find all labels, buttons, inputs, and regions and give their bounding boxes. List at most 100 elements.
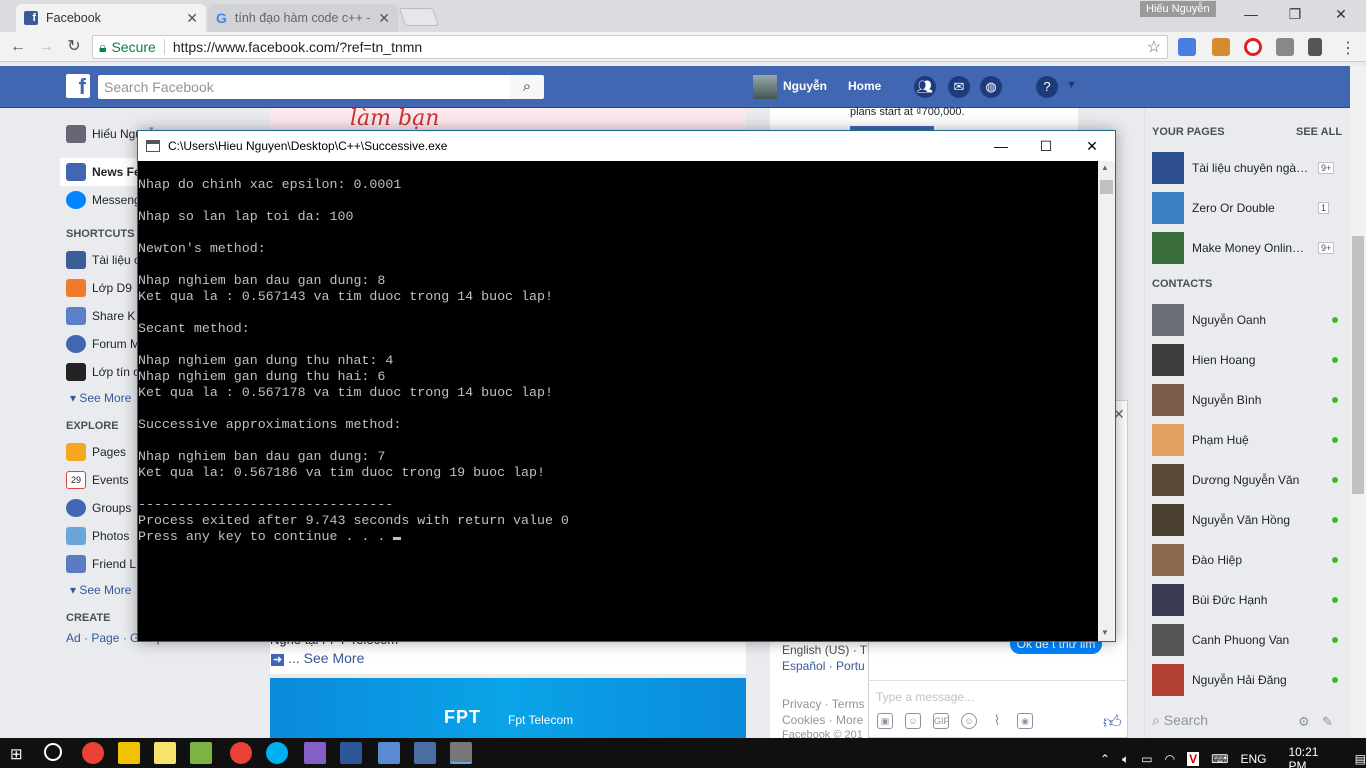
gear-icon[interactable]: ⚙ bbox=[1298, 714, 1310, 730]
messenger-icon[interactable]: ✉ bbox=[948, 76, 970, 98]
file-explorer-icon[interactable] bbox=[118, 742, 140, 764]
wifi-icon[interactable]: ◠ bbox=[1165, 752, 1175, 766]
sidebar-item-messenger[interactable]: Messeng bbox=[66, 190, 141, 210]
windows-start-icon[interactable]: ⊞ bbox=[10, 745, 23, 763]
close-tab-icon[interactable]: ✕ bbox=[186, 10, 198, 27]
sidebar-item-shortcut[interactable]: Share K bbox=[66, 306, 135, 326]
contact-item[interactable]: Nguyễn Hải Đăng bbox=[1152, 664, 1338, 696]
footer-links[interactable]: Privacy · Terms bbox=[782, 697, 864, 711]
contacts-search[interactable]: ⌕ Search bbox=[1152, 712, 1208, 729]
sticker-icon[interactable]: ☺ bbox=[905, 713, 921, 729]
address-bar[interactable]: 🔒︎ Secure https://www.facebook.com/?ref=… bbox=[92, 35, 1168, 59]
friend-requests-icon[interactable]: 👥︎ bbox=[914, 76, 936, 98]
sidebar-item-shortcut[interactable]: Lớp D9 bbox=[66, 278, 132, 298]
notifications-globe-icon[interactable]: ◍ bbox=[980, 76, 1002, 98]
gif-icon[interactable]: GIF bbox=[933, 713, 949, 729]
contact-item[interactable]: Đào Hiệp bbox=[1152, 544, 1338, 576]
clock[interactable]: 10:21 PM bbox=[1288, 745, 1328, 768]
forward-icon[interactable]: → bbox=[36, 38, 56, 56]
tab-google[interactable]: G tính đạo hàm code c++ - ✕ bbox=[208, 4, 398, 32]
devcpp-icon[interactable] bbox=[414, 742, 436, 764]
sidebar-item-news-feed[interactable]: News Fe bbox=[66, 162, 141, 182]
facebook-search-input[interactable]: Search Facebook bbox=[98, 75, 510, 99]
restore-button[interactable]: ❐ bbox=[1272, 2, 1318, 26]
contact-item[interactable]: Bùi Đức Hạnh bbox=[1152, 584, 1338, 616]
close-window-button[interactable]: ✕ bbox=[1318, 2, 1364, 26]
contact-item[interactable]: Nguyễn Bình bbox=[1152, 384, 1338, 416]
console-maximize-button[interactable]: ☐ bbox=[1023, 131, 1069, 161]
contact-item[interactable]: Hien Hoang bbox=[1152, 344, 1338, 376]
new-tab-button[interactable] bbox=[398, 8, 440, 26]
back-icon[interactable]: ← bbox=[8, 38, 28, 56]
sidebar-item-shortcut[interactable]: Forum M bbox=[66, 334, 140, 354]
cortana-icon[interactable] bbox=[44, 743, 62, 761]
profile-link[interactable]: Nguyễn bbox=[783, 79, 827, 93]
sidebar-item-pages[interactable]: Pages bbox=[66, 442, 126, 462]
console-scrollbar[interactable] bbox=[1098, 161, 1115, 641]
avatar[interactable] bbox=[753, 75, 777, 99]
page-scrollbar-thumb[interactable] bbox=[1352, 236, 1364, 494]
console-close-button[interactable]: ✕ bbox=[1069, 131, 1115, 161]
chevron-down-icon[interactable]: ▼ bbox=[1066, 79, 1077, 91]
chrome-icon[interactable] bbox=[230, 742, 252, 764]
bookmark-star-icon[interactable]: ☆ bbox=[1147, 37, 1161, 57]
sidebar-item-shortcut[interactable]: Lớp tín c bbox=[66, 362, 139, 382]
translate-extension-icon[interactable] bbox=[1178, 38, 1196, 56]
facebook-logo[interactable]: f bbox=[66, 74, 90, 99]
chevron-up-icon[interactable]: ⌃ bbox=[1100, 752, 1110, 766]
app-icon[interactable] bbox=[190, 742, 212, 764]
vietkey-icon[interactable]: V bbox=[1187, 752, 1200, 766]
minimize-button[interactable]: — bbox=[1228, 2, 1274, 26]
sidebar-item-groups[interactable]: Groups bbox=[66, 498, 131, 518]
sidebar-page-item[interactable]: Zero Or Double 1 bbox=[1152, 192, 1330, 224]
see-all-link[interactable]: SEE ALL bbox=[1296, 126, 1342, 138]
sidebar-item-photos[interactable]: Photos bbox=[66, 526, 129, 546]
thumbs-up-icon[interactable]: 👍︎ bbox=[1103, 711, 1122, 733]
home-link[interactable]: Home bbox=[848, 79, 881, 93]
see-more-shortcuts[interactable]: ▾ See More bbox=[70, 391, 131, 405]
message-input[interactable]: Type a message... bbox=[876, 690, 974, 704]
sidebar-page-item[interactable]: Tài liệu chuyên ngàn... 9+ bbox=[1152, 152, 1335, 184]
app-icon[interactable] bbox=[378, 742, 400, 764]
see-more-explore[interactable]: ▾ See More bbox=[70, 583, 131, 597]
visual-studio-icon[interactable] bbox=[304, 742, 326, 764]
contact-item[interactable]: Nguyễn Văn Hồng bbox=[1152, 504, 1338, 536]
close-tab-icon[interactable]: ✕ bbox=[378, 10, 390, 27]
search-icon[interactable]: ⌕ bbox=[510, 75, 544, 99]
extension-ghost-icon[interactable] bbox=[1276, 38, 1294, 56]
language-links[interactable]: Español · Portu bbox=[782, 659, 865, 673]
battery-icon[interactable]: ▭ bbox=[1141, 752, 1152, 766]
contact-item[interactable]: Phạm Huệ bbox=[1152, 424, 1338, 456]
window-user-badge[interactable]: Hiếu Nguyễn bbox=[1140, 1, 1216, 17]
sidebar-item-events[interactable]: 29 Events bbox=[66, 470, 129, 490]
extension-icon[interactable] bbox=[1212, 38, 1230, 56]
emoji-icon[interactable]: ☺ bbox=[961, 713, 977, 729]
contact-item[interactable]: Canh Phuong Van bbox=[1152, 624, 1338, 656]
skype-icon[interactable] bbox=[266, 742, 288, 764]
sidebar-page-item[interactable]: Make Money Online ... 9+ bbox=[1152, 232, 1335, 264]
see-more-link[interactable]: ➜ ... See More bbox=[271, 650, 364, 666]
word-icon[interactable] bbox=[340, 742, 362, 764]
console-minimize-button[interactable]: — bbox=[978, 131, 1024, 161]
contact-item[interactable]: Nguyễn Oanh bbox=[1152, 304, 1338, 336]
contact-item[interactable]: Dương Nguyễn Văn bbox=[1152, 464, 1338, 496]
scroll-down-icon[interactable]: ▼ bbox=[1101, 628, 1109, 637]
compose-icon[interactable]: ✎ bbox=[1322, 714, 1333, 730]
photo-icon[interactable]: ▣ bbox=[877, 713, 893, 729]
notepad-icon[interactable] bbox=[154, 742, 176, 764]
eyedropper-icon[interactable] bbox=[1308, 38, 1322, 56]
attach-icon[interactable]: ⌇ bbox=[989, 713, 1005, 729]
scroll-up-icon[interactable]: ▲ bbox=[1101, 163, 1109, 172]
volume-icon[interactable]: 🔈︎ bbox=[1122, 752, 1129, 767]
console-titlebar[interactable]: C:\Users\Hieu Nguyen\Desktop\C++\Success… bbox=[138, 131, 1115, 161]
reload-icon[interactable]: ↻ bbox=[64, 38, 84, 56]
ad-banner[interactable] bbox=[270, 678, 746, 740]
sidebar-item-friend-lists[interactable]: Friend L bbox=[66, 554, 136, 574]
help-icon[interactable]: ? bbox=[1036, 76, 1058, 98]
notifications-icon[interactable]: ▤ bbox=[1355, 752, 1366, 766]
tab-facebook[interactable]: f Facebook ✕ bbox=[16, 4, 206, 32]
keyboard-icon[interactable]: ⌨ bbox=[1211, 752, 1228, 766]
camera-icon[interactable]: ◉ bbox=[1017, 713, 1033, 729]
console-task-icon[interactable] bbox=[450, 742, 472, 764]
console-scrollbar-thumb[interactable] bbox=[1100, 180, 1113, 194]
